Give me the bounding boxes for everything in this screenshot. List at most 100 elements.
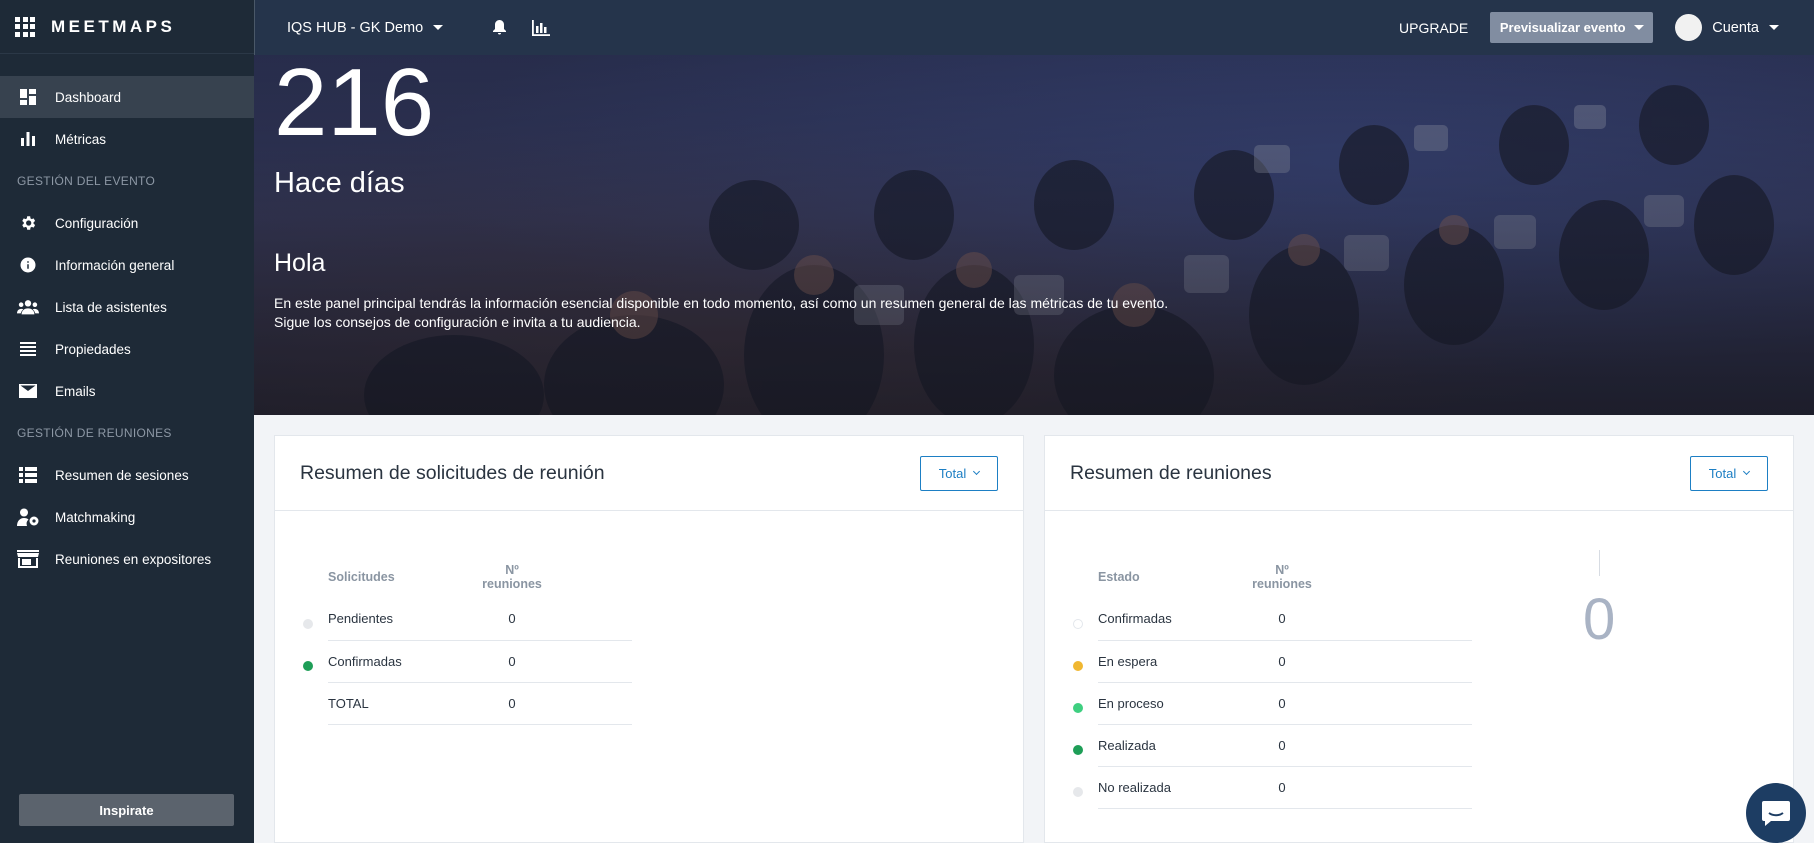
- filter-label: Total: [938, 465, 967, 481]
- table-row: Pendientes 0: [328, 598, 632, 641]
- inspirate-button[interactable]: Inspirate: [19, 794, 234, 826]
- sidebar-item-label: Lista de asistentes: [55, 299, 167, 315]
- gear-icon: [17, 212, 39, 234]
- spacer: [1332, 598, 1472, 641]
- meetings-summary-card: Resumen de reuniones Total Estado Nº reu…: [1044, 435, 1794, 843]
- row-label: Pendientes: [328, 598, 462, 641]
- upgrade-link[interactable]: UPGRADE: [1399, 20, 1468, 36]
- row-value: 0: [462, 682, 562, 725]
- spacer: [1332, 640, 1472, 683]
- bell-icon[interactable]: [493, 20, 507, 35]
- row-value: 0: [462, 598, 562, 641]
- event-name: IQS HUB - GK Demo: [287, 19, 424, 36]
- filter-label: Total: [1708, 465, 1737, 481]
- row-label: TOTAL: [328, 682, 462, 725]
- sidebar-item-lista-asistentes[interactable]: Lista de asistentes: [0, 286, 254, 328]
- caret-down-icon: [433, 25, 444, 30]
- status-dot-confirmadas: [1073, 619, 1083, 629]
- crowd-background-image: [254, 55, 1814, 415]
- row-value: 0: [1232, 682, 1332, 725]
- brand-logo: MEETMAPS: [51, 16, 176, 36]
- sidebar-item-label: Métricas: [55, 131, 107, 147]
- sidebar-item-dashboard[interactable]: Dashboard: [0, 76, 254, 118]
- table-header-row: Estado Nº reuniones: [1098, 556, 1472, 598]
- column-header-solicitudes: Solicitudes: [328, 570, 395, 584]
- meetings-table: Estado Nº reuniones Confirmadas 0 En esp…: [1098, 556, 1472, 809]
- sidebar-item-label: Emails: [55, 383, 96, 399]
- spacer: [1332, 682, 1472, 725]
- meetings-filter-dropdown[interactable]: Total: [1690, 455, 1768, 491]
- chat-bubble-icon: [1762, 801, 1790, 826]
- status-dot-confirmadas: [303, 661, 313, 671]
- card-header: Resumen de reuniones Total: [1045, 436, 1793, 511]
- hero-banner: 216 Hace días Hola En este panel princip…: [254, 55, 1814, 415]
- welcome-text-line1: En este panel principal tendrás la infor…: [274, 295, 1169, 311]
- status-dot-realizada: [1073, 745, 1083, 755]
- avatar: [1675, 14, 1703, 41]
- table-row: En espera 0: [1098, 640, 1472, 683]
- row-value: 0: [462, 640, 562, 683]
- sidebar-item-resumen-sesiones[interactable]: Resumen de sesiones: [0, 454, 254, 496]
- sidebar-item-label: Propiedades: [55, 341, 131, 357]
- column-header-reuniones: Nº reuniones: [462, 556, 562, 598]
- sidebar-nav: Dashboard Métricas GESTIÓN DEL EVENTO Co…: [0, 54, 254, 580]
- sidebar-item-informacion-general[interactable]: Información general: [0, 244, 254, 286]
- envelope-icon: [17, 380, 39, 402]
- card-title: Resumen de reuniones: [1070, 461, 1272, 484]
- sidebar-item-emails[interactable]: Emails: [0, 370, 254, 412]
- spacer: [1332, 556, 1472, 598]
- sidebar-item-configuracion[interactable]: Configuración: [0, 202, 254, 244]
- chevron-down-icon: [973, 467, 981, 476]
- account-menu[interactable]: Cuenta: [1675, 14, 1779, 41]
- welcome-text: En este panel principal tendrás la infor…: [274, 294, 1254, 332]
- sidebar-item-label: Información general: [55, 257, 175, 273]
- sidebar-item-label: Resumen de sesiones: [55, 467, 189, 483]
- top-bar: IQS HUB - GK Demo UPGRADE Previsualizar …: [254, 0, 1814, 55]
- column-header-line: Nº: [1275, 563, 1289, 577]
- table-row: En proceso 0: [1098, 682, 1472, 725]
- top-bar-right: UPGRADE Previsualizar evento Cuenta: [1399, 12, 1814, 43]
- column-header-reuniones: Nº reuniones: [1232, 556, 1332, 598]
- card-title: Resumen de solicitudes de reunión: [300, 461, 605, 484]
- column-header-line: reuniones: [1252, 577, 1312, 591]
- spacer: [562, 598, 632, 641]
- chat-support-button[interactable]: [1746, 783, 1806, 843]
- list-icon: [17, 338, 39, 360]
- row-label: Confirmadas: [328, 640, 462, 683]
- preview-event-button[interactable]: Previsualizar evento: [1490, 12, 1654, 43]
- sidebar-item-label: Dashboard: [55, 89, 122, 105]
- days-count: 216: [274, 55, 435, 156]
- event-selector[interactable]: IQS HUB - GK Demo: [287, 19, 444, 36]
- sidebar: MEETMAPS Dashboard Métricas GESTIÓN DEL …: [0, 0, 254, 843]
- requests-table: Solicitudes Nº reuniones Pendientes 0 Co…: [328, 556, 632, 725]
- column-header-line: Nº: [505, 563, 519, 577]
- spacer: [1332, 766, 1472, 809]
- row-label: En proceso: [1098, 682, 1232, 725]
- sidebar-item-label: Reuniones en expositores: [55, 551, 212, 567]
- spacer: [562, 640, 632, 683]
- apps-grid-icon[interactable]: [15, 16, 35, 37]
- row-value: 0: [1232, 724, 1332, 767]
- status-dot-no-realizada: [1073, 787, 1083, 797]
- info-icon: [17, 254, 39, 276]
- table-row: Confirmadas 0: [328, 640, 632, 683]
- stats-chart-icon[interactable]: [532, 19, 551, 36]
- account-label: Cuenta: [1712, 19, 1759, 36]
- row-value: 0: [1232, 766, 1332, 809]
- store-icon: [17, 548, 39, 570]
- status-dot-en-proceso: [1073, 703, 1083, 713]
- row-value: 0: [1232, 640, 1332, 683]
- sidebar-item-metricas[interactable]: Métricas: [0, 118, 254, 160]
- table-row: Confirmadas 0: [1098, 598, 1472, 641]
- sidebar-item-propiedades[interactable]: Propiedades: [0, 328, 254, 370]
- spacer: [562, 556, 632, 598]
- sidebar-item-label: Configuración: [55, 215, 139, 231]
- table-row: Realizada 0: [1098, 724, 1472, 767]
- spacer: [1332, 724, 1472, 767]
- preview-event-label: Previsualizar evento: [1499, 20, 1626, 35]
- requests-filter-dropdown[interactable]: Total: [920, 455, 998, 491]
- card-header: Resumen de solicitudes de reunión Total: [275, 436, 1023, 511]
- sidebar-item-matchmaking[interactable]: Matchmaking: [0, 496, 254, 538]
- sidebar-item-reuniones-expositores[interactable]: Reuniones en expositores: [0, 538, 254, 580]
- days-label: Hace días: [274, 167, 405, 199]
